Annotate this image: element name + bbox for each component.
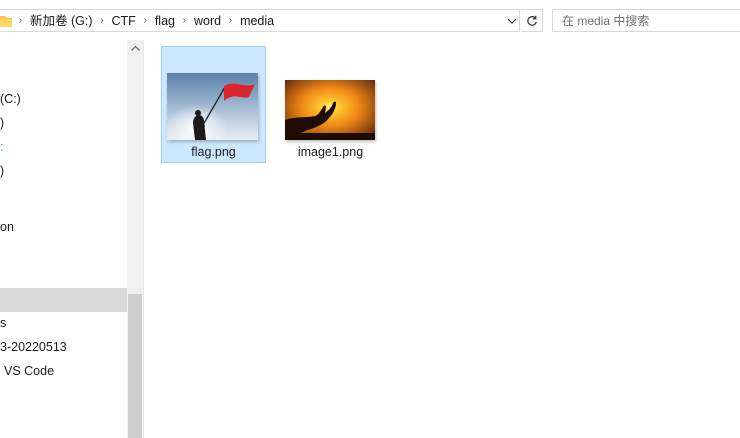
breadcrumb-separator: › bbox=[18, 14, 23, 26]
breadcrumb-word[interactable]: word bbox=[193, 10, 222, 32]
nav-item-label: on bbox=[0, 220, 14, 234]
file-item-flag[interactable]: flag.png bbox=[161, 46, 266, 163]
nav-item[interactable]: s bbox=[0, 311, 127, 335]
nav-item-vscode[interactable]: VS Code bbox=[0, 359, 127, 383]
refresh-icon bbox=[526, 15, 537, 26]
breadcrumb-ctf[interactable]: CTF bbox=[111, 10, 137, 32]
navigation-pane: (C:) ) : ) on s 3-20220513 VS Code bbox=[0, 40, 127, 438]
nav-scrollbar[interactable] bbox=[127, 40, 143, 438]
breadcrumb-separator[interactable]: › bbox=[222, 10, 239, 32]
breadcrumb-drive[interactable]: 新加卷 (G:) bbox=[29, 10, 94, 32]
breadcrumb-separator[interactable]: › bbox=[137, 10, 154, 32]
nav-item-label: : bbox=[0, 140, 4, 154]
folder-icon bbox=[0, 14, 12, 28]
nav-item-label: (C:) bbox=[0, 92, 21, 106]
file-name: flag.png bbox=[191, 145, 236, 159]
breadcrumb-media[interactable]: media bbox=[239, 10, 275, 32]
nav-item-label: 3-20220513 bbox=[0, 340, 67, 354]
nav-item-label: s bbox=[0, 316, 7, 330]
image-thumbnail bbox=[285, 80, 375, 140]
nav-item-label: ) bbox=[0, 164, 5, 178]
breadcrumb-separator[interactable]: › bbox=[176, 10, 193, 32]
scroll-up-icon[interactable] bbox=[127, 40, 143, 57]
breadcrumb-separator[interactable]: › bbox=[94, 10, 111, 32]
nav-item-label: VS Code bbox=[4, 364, 55, 378]
nav-item-drive-c[interactable]: (C:) bbox=[0, 87, 127, 111]
nav-item-selected[interactable] bbox=[0, 288, 127, 312]
file-item-image1[interactable]: image1.png bbox=[278, 46, 383, 163]
chevron-down-icon[interactable] bbox=[505, 10, 519, 31]
breadcrumb-flag[interactable]: flag bbox=[154, 10, 176, 32]
search-input[interactable]: 在 media 中搜索 bbox=[552, 9, 740, 32]
nav-item[interactable]: on bbox=[0, 215, 127, 239]
nav-item[interactable]: ) bbox=[0, 159, 127, 183]
nav-item[interactable]: : bbox=[0, 135, 127, 159]
toolbar: › 新加卷 (G:) › CTF › flag › word › media 在… bbox=[0, 0, 740, 40]
image-thumbnail bbox=[167, 73, 258, 140]
nav-item-label: ) bbox=[0, 116, 5, 130]
scrollbar-thumb[interactable] bbox=[128, 294, 142, 438]
file-name: image1.png bbox=[297, 145, 364, 159]
nav-item[interactable]: 3-20220513 bbox=[0, 335, 127, 359]
file-view: flag.png image1.png bbox=[144, 40, 740, 438]
search-placeholder: 在 media 中搜索 bbox=[562, 14, 650, 28]
address-bar[interactable]: › 新加卷 (G:) › CTF › flag › word › media bbox=[0, 9, 520, 32]
nav-item[interactable]: ) bbox=[0, 111, 127, 135]
refresh-button[interactable] bbox=[521, 9, 543, 32]
